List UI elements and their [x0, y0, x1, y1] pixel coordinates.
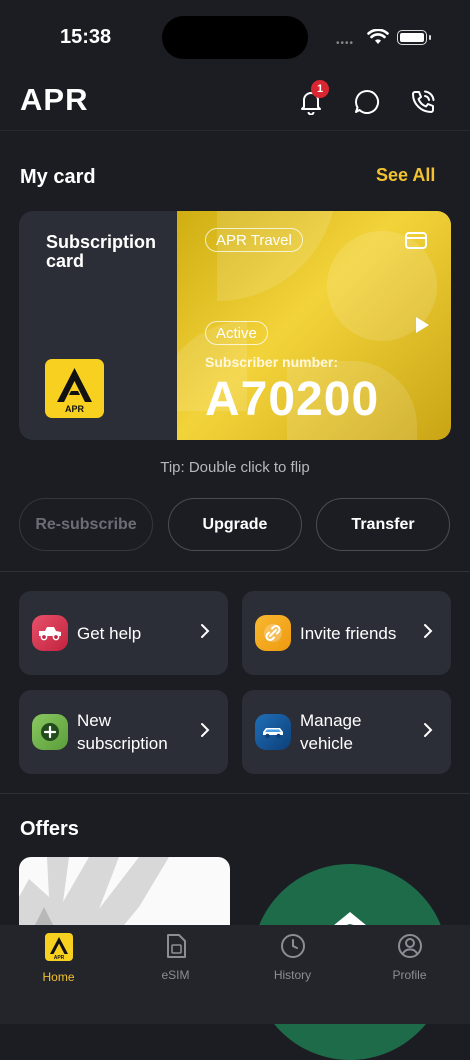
clock-icon [280, 934, 305, 958]
resubscribe-button[interactable]: Re-subscribe [19, 498, 153, 551]
tab-profile-label: Profile [392, 968, 427, 982]
notification-badge: 1 [311, 80, 329, 98]
my-card-heading: My card [20, 166, 96, 188]
app-title: APR [20, 82, 89, 117]
get-help-tile[interactable]: Get help [19, 591, 228, 675]
new-subscription-tile[interactable]: New subscription [19, 690, 228, 774]
flip-tip: Tip: Double click to flip [160, 459, 310, 476]
tab-home[interactable]: APR Home [0, 933, 117, 984]
card-face: APR Travel Active Subscriber number: A70… [177, 211, 451, 440]
see-all-link[interactable]: See All [376, 165, 435, 186]
tab-history[interactable]: History [234, 933, 351, 982]
battery-icon [397, 30, 431, 45]
manage-vehicle-tile[interactable]: Manage vehicle [242, 690, 451, 774]
phone-icon [412, 90, 435, 113]
chevron-right-icon [424, 624, 433, 638]
card-title: Subscription card [46, 232, 157, 271]
divider [0, 793, 470, 794]
upgrade-button[interactable]: Upgrade [168, 498, 302, 551]
invite-friends-label: Invite friends [300, 624, 397, 643]
chat-icon [355, 89, 379, 114]
tab-esim[interactable]: eSIM [117, 933, 234, 982]
offers-heading: Offers [20, 818, 79, 840]
subscriber-number: A70200 [205, 373, 380, 426]
apr-logo: APR [45, 359, 104, 418]
car-icon [255, 714, 291, 750]
plan-pill: APR Travel [205, 228, 303, 252]
tow-truck-icon [32, 615, 68, 651]
home-logo-icon: APR [44, 933, 73, 961]
tab-profile[interactable]: Profile [351, 933, 468, 982]
dynamic-island [162, 16, 308, 59]
play-icon[interactable] [414, 316, 430, 334]
wifi-icon [367, 29, 389, 44]
plus-circle-icon [32, 714, 68, 750]
chevron-right-icon [424, 723, 433, 737]
subscription-card[interactable]: Subscription card APR APR Travel Active … [19, 211, 451, 440]
transfer-button[interactable]: Transfer [316, 498, 450, 551]
notifications-button[interactable]: 1 [295, 80, 329, 118]
cellular-signal-icon: •••• [336, 38, 355, 49]
app-bar: APR 1 [0, 78, 470, 131]
invite-friends-tile[interactable]: Invite friends [242, 591, 451, 675]
tab-history-label: History [273, 968, 312, 982]
svg-text:APR: APR [53, 955, 64, 961]
get-help-label: Get help [77, 624, 142, 643]
chevron-right-icon [201, 723, 210, 737]
manage-vehicle-label-line1: Manage [300, 711, 362, 730]
link-icon [255, 615, 291, 651]
tab-bar: APR Home eSIM History Profile [0, 925, 470, 1024]
call-button[interactable] [407, 86, 439, 118]
logo-text: APR [65, 404, 85, 414]
status-bar: 15:38 •••• [0, 0, 470, 78]
status-pill: Active [205, 321, 268, 345]
tab-esim-label: eSIM [161, 968, 190, 982]
divider [0, 571, 470, 572]
new-subscription-label-line2: subscription [77, 734, 168, 753]
status-time: 15:38 [60, 26, 112, 48]
sim-card-icon [166, 934, 186, 958]
tab-home-label: Home [42, 970, 75, 984]
new-subscription-label-line1: New [77, 711, 112, 730]
chat-button[interactable] [351, 86, 383, 118]
chevron-right-icon [201, 624, 210, 638]
manage-vehicle-label-line2: vehicle [300, 734, 353, 753]
user-icon [397, 934, 422, 958]
card-icon [405, 232, 427, 249]
subscriber-label: Subscriber number: [205, 354, 339, 370]
